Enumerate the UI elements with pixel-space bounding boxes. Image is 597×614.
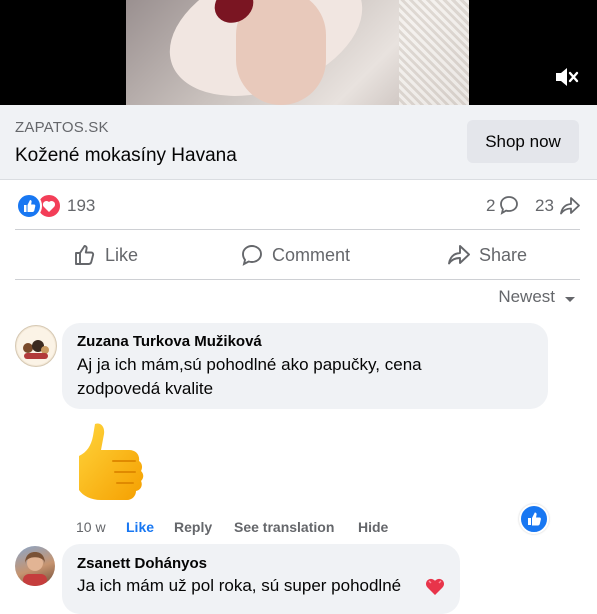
comment-count[interactable]: 2 xyxy=(486,196,495,216)
ad-video[interactable] xyxy=(0,0,597,105)
ad-title: Kožené mokasíny Havana xyxy=(15,145,237,166)
like-reaction-icon[interactable] xyxy=(16,193,42,219)
comment-action-button[interactable]: Comment xyxy=(240,240,350,270)
share-count[interactable]: 23 xyxy=(535,196,554,216)
comment-author[interactable]: Zuzana Turkova Mužiková xyxy=(77,333,262,350)
reaction-count[interactable]: 193 xyxy=(67,196,95,216)
avatar[interactable] xyxy=(15,325,57,367)
share-icon xyxy=(448,245,470,265)
divider xyxy=(15,229,580,230)
sort-label: Newest xyxy=(498,287,555,306)
like-action-button[interactable]: Like xyxy=(73,240,138,270)
chevron-down-icon xyxy=(565,296,575,302)
comment-action-label: Comment xyxy=(272,244,351,265)
thumbs-up-icon xyxy=(75,245,95,265)
heart-emoji-icon xyxy=(426,578,444,595)
like-action-label: Like xyxy=(105,244,139,265)
ad-domain: ZAPATOS.SK xyxy=(15,119,109,136)
mute-icon[interactable] xyxy=(553,64,579,90)
comment-timestamp[interactable]: 10 w xyxy=(76,519,106,535)
share-action-button[interactable]: Share xyxy=(447,240,527,270)
hand-image xyxy=(236,0,326,105)
thumbs-up-sticker-icon xyxy=(79,423,144,500)
hide-comment-link[interactable]: Hide xyxy=(358,519,388,535)
comment-text-line-1: Aj ja ich mám,sú pohodlné ako papučky, c… xyxy=(77,355,422,374)
comment-reply-link[interactable]: Reply xyxy=(174,519,212,535)
comment-sort-dropdown[interactable]: Newest xyxy=(498,287,577,307)
see-translation-link[interactable]: See translation xyxy=(234,519,334,535)
comment-icon xyxy=(242,245,262,266)
comment-like-link[interactable]: Like xyxy=(126,519,154,535)
comment-text: Ja ich mám už pol roka, sú super pohodln… xyxy=(77,576,402,595)
divider xyxy=(15,279,580,280)
share-count-icon[interactable] xyxy=(559,195,581,217)
shop-now-button[interactable]: Shop now xyxy=(467,120,579,163)
comment-like-reaction-icon[interactable] xyxy=(519,504,549,534)
avatar[interactable] xyxy=(15,546,55,586)
share-action-label: Share xyxy=(479,244,528,265)
video-frame xyxy=(126,0,469,105)
comment-count-icon[interactable] xyxy=(498,194,520,216)
comment-author[interactable]: Zsanett Dohányos xyxy=(77,555,207,572)
lace-image xyxy=(399,0,469,105)
reactions-summary: 193 2 23 xyxy=(0,180,597,230)
comment-text-line-2: zodpovedá kvalite xyxy=(77,379,214,398)
